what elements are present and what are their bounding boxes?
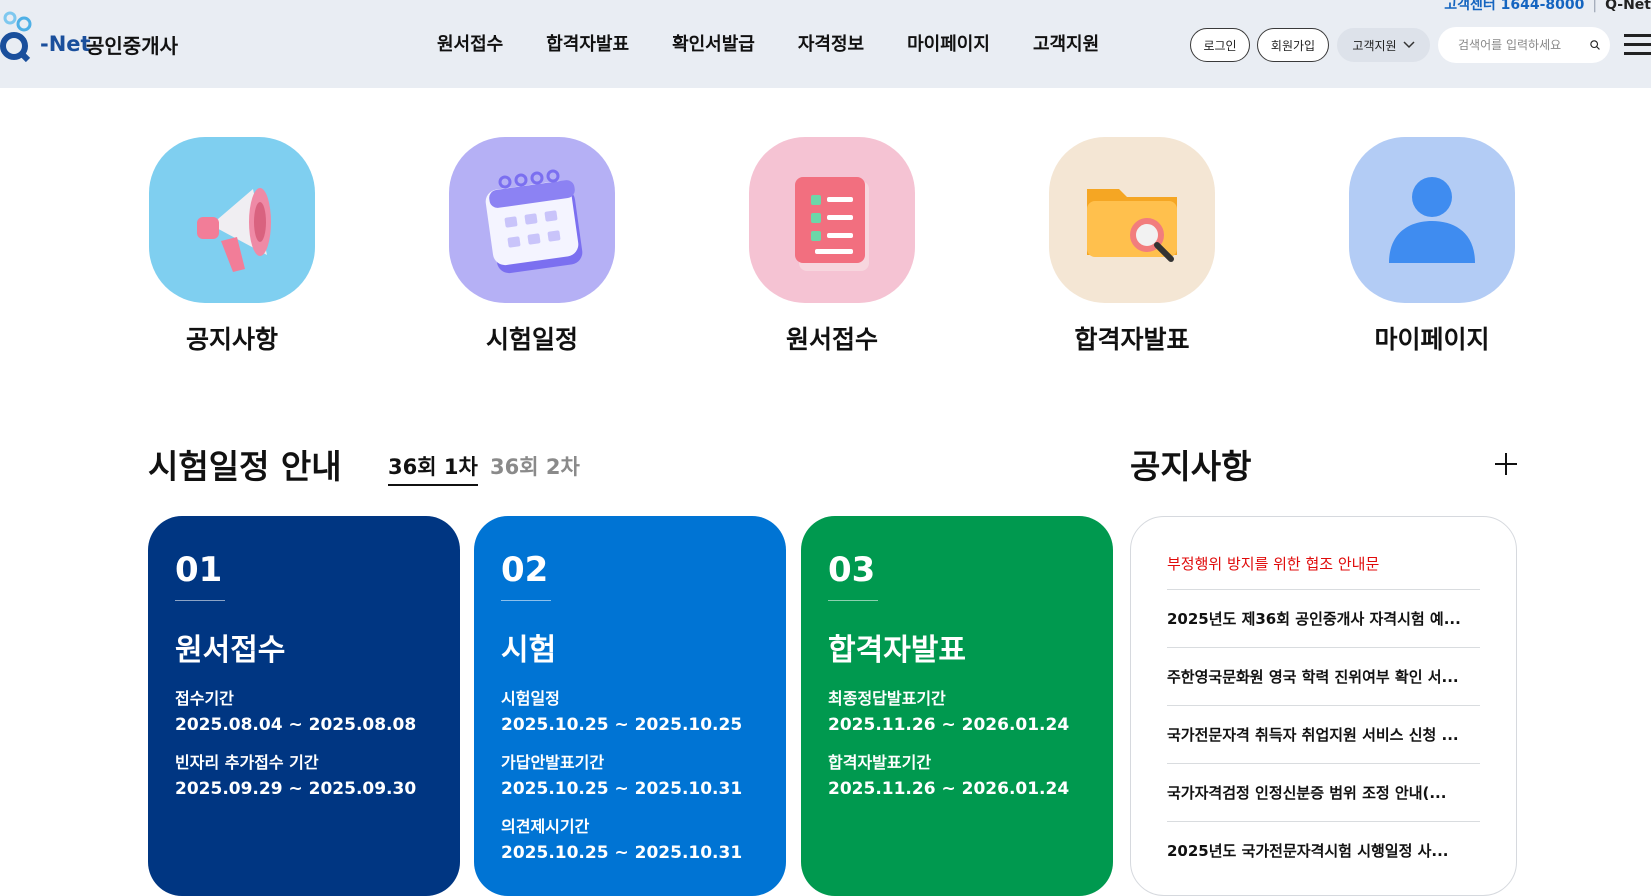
card-item: 빈자리 추가접수 기간 2025.09.29 ~ 2025.09.30 [175,749,433,799]
nav-item-qualification-info[interactable]: 자격정보 [798,30,864,56]
notice-item[interactable]: 국가전문자격 취득자 취업지원 서비스 신청 ... [1167,706,1480,764]
item-value: 2025.11.26 ~ 2026.01.24 [828,779,1070,799]
item-value: 2025.11.26 ~ 2026.01.24 [828,715,1070,735]
hamburger-menu-icon[interactable] [1624,34,1651,56]
card-number: 01 [175,550,223,590]
notice-section-title: 공지사항 [1130,447,1252,486]
nav-item-certificate[interactable]: 확인서발급 [672,30,755,56]
item-label: 의견제시기간 [501,817,590,836]
nav-item-application[interactable]: 원서접수 [437,30,503,56]
card-divider [501,600,551,601]
menu-bar [1624,34,1651,37]
megaphone-icon [149,137,315,303]
card-number: 02 [501,550,549,590]
card-number: 03 [828,550,876,590]
qnet-logo-icon [0,11,32,62]
nav-item-mypage[interactable]: 마이페이지 [907,30,990,56]
main-nav: 원서접수 합격자발표 확인서발급 자격정보 마이페이지 고객지원 [437,30,1099,56]
item-label: 시험일정 [501,689,560,708]
nav-item-support[interactable]: 고객지원 [1033,30,1099,56]
card-divider [175,600,225,601]
user-icon [1349,137,1515,303]
top-utility-bar: 고객센터 1644-8000 | Q-Net [1444,0,1651,14]
logo-net-text: -Net [40,32,91,56]
support-dropdown[interactable]: 고객지원 [1337,28,1430,62]
quick-menu-schedule[interactable]: 시험일정 [448,137,616,354]
card-item: 시험일정 2025.10.25 ~ 2025.10.25 [501,685,759,735]
join-button-label: 회원가입 [1270,38,1316,53]
plus-icon[interactable] [1494,452,1518,476]
notice-item-highlight[interactable]: 부정행위 방지를 위한 협조 안내문 [1167,553,1480,590]
search-icon[interactable] [1590,36,1600,54]
quick-menu-label: 시험일정 [485,325,578,354]
qnet-logo[interactable]: -Net 공인중개사 [0,10,200,66]
nav-item-results[interactable]: 합격자발표 [546,30,629,56]
card-item: 가답안발표기간 2025.10.25 ~ 2025.10.31 [501,749,759,799]
item-value: 2025.10.25 ~ 2025.10.25 [501,715,743,735]
item-value: 2025.08.04 ~ 2025.08.08 [175,715,417,735]
login-button[interactable]: 로그인 [1190,28,1250,62]
notice-item[interactable]: 주한영국문화원 영국 학력 진위여부 확인 서... [1167,648,1480,706]
card-item: 합격자발표기간 2025.11.26 ~ 2026.01.24 [828,749,1086,799]
search-input[interactable] [1456,37,1590,53]
quick-menu-notice[interactable]: 공지사항 [148,137,316,354]
quick-menu-application[interactable]: 원서접수 [748,137,916,354]
card-title: 시험 [501,633,557,668]
notice-list: 부정행위 방지를 위한 협조 안내문 2025년도 제36회 공인중개사 자격시… [1130,516,1517,896]
quick-menu-mypage[interactable]: 마이페이지 [1348,137,1516,354]
tab-round-36-1[interactable]: 36회 1차 [388,451,478,486]
chevron-down-icon [1403,41,1415,49]
quick-menu-label: 공지사항 [185,325,278,354]
notice-item[interactable]: 2025년도 국가전문자격시험 시행일정 사... [1167,822,1480,879]
quick-menu-label: 원서접수 [785,325,878,354]
tab-round-36-2[interactable]: 36회 2차 [490,451,580,481]
document-icon [749,137,915,303]
card-title: 원서접수 [175,633,286,668]
call-center-number: 고객센터 1644-8000 [1444,0,1585,13]
schedule-section-title: 시험일정 안내 [148,447,342,486]
support-dropdown-label: 고객지원 [1352,38,1397,53]
join-button[interactable]: 회원가입 [1257,28,1329,62]
item-value: 2025.10.25 ~ 2025.10.31 [501,779,743,799]
utility-divider: | [1592,0,1598,13]
menu-bar [1624,52,1651,55]
notice-item[interactable]: 2025년도 제36회 공인중개사 자격시험 예... [1167,590,1480,648]
search-box [1438,27,1610,63]
calendar-icon [449,137,615,303]
item-label: 합격자발표기간 [828,753,932,772]
logo-service-name: 공인중개사 [86,34,178,58]
login-button-label: 로그인 [1203,38,1237,53]
card-item: 의견제시기간 2025.10.25 ~ 2025.10.31 [501,813,759,863]
item-label: 가답안발표기간 [501,753,605,772]
menu-bar [1624,43,1651,46]
folder-search-icon [1049,137,1215,303]
qnet-home-link[interactable]: Q-Net [1605,0,1651,13]
item-label: 빈자리 추가접수 기간 [175,753,319,772]
schedule-card-application[interactable]: 01 원서접수 접수기간 2025.08.04 ~ 2025.08.08 빈자리… [148,516,460,896]
item-value: 2025.10.25 ~ 2025.10.31 [501,843,743,863]
schedule-card-results[interactable]: 03 합격자발표 최종정답발표기간 2025.11.26 ~ 2026.01.2… [801,516,1113,896]
quick-menu-label: 마이페이지 [1374,325,1490,354]
card-title: 합격자발표 [828,633,966,668]
item-label: 접수기간 [175,689,234,708]
site-header: 고객센터 1644-8000 | Q-Net -Net 공인중개사 원서접수 합격자… [0,0,1651,88]
notice-item[interactable]: 국가자격검정 인정신분증 범위 조정 안내(... [1167,764,1480,822]
card-item: 접수기간 2025.08.04 ~ 2025.08.08 [175,685,433,735]
schedule-card-exam[interactable]: 02 시험 시험일정 2025.10.25 ~ 2025.10.25 가답안발표… [474,516,786,896]
item-value: 2025.09.29 ~ 2025.09.30 [175,779,417,799]
card-divider [828,600,878,601]
card-item: 최종정답발표기간 2025.11.26 ~ 2026.01.24 [828,685,1086,735]
quick-menu-results[interactable]: 합격자발표 [1048,137,1216,354]
item-label: 최종정답발표기간 [828,689,946,708]
quick-menu-label: 합격자발표 [1074,325,1190,354]
